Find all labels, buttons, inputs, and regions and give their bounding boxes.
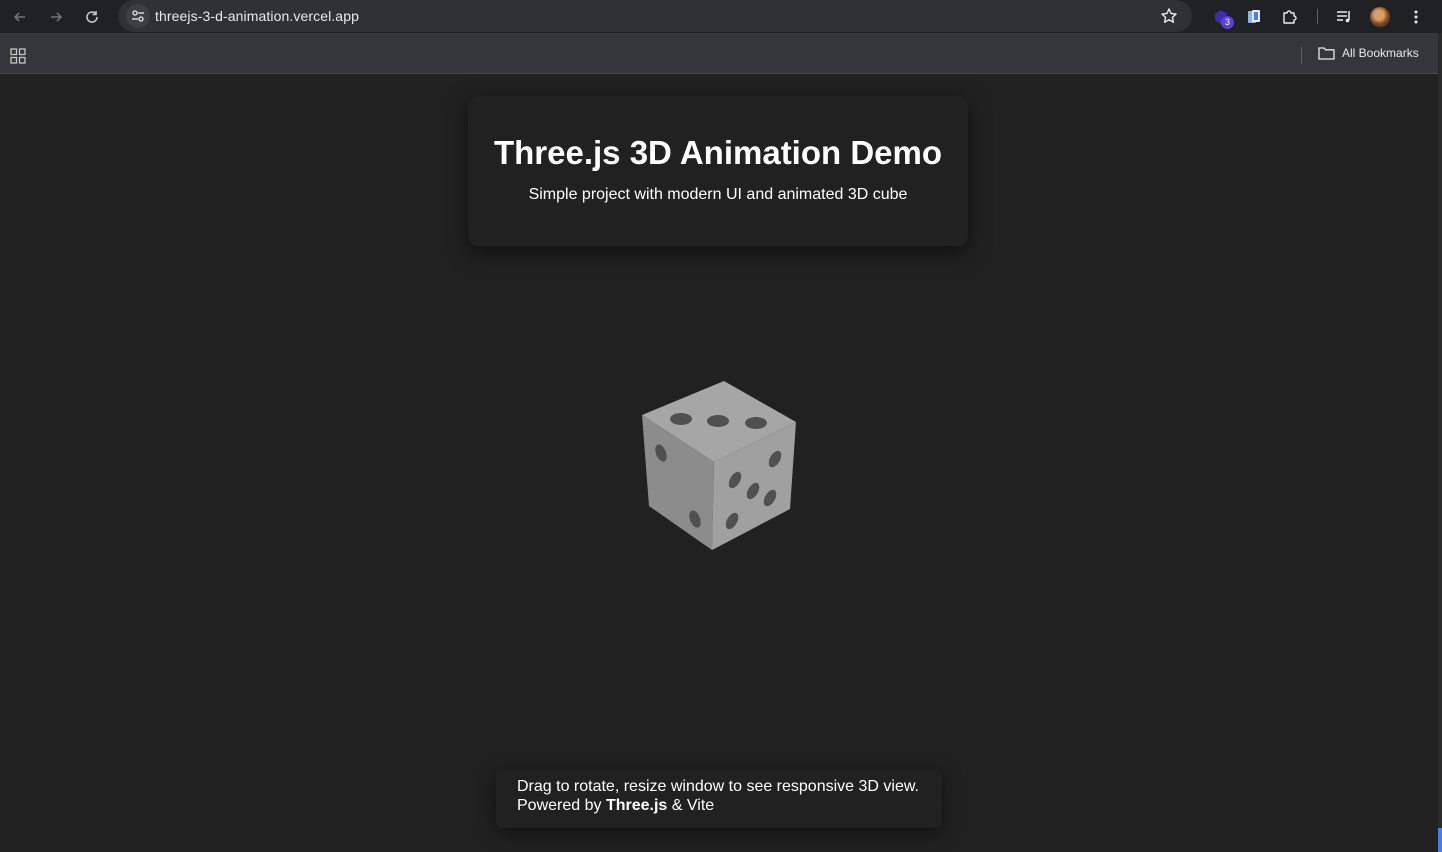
footer-brand: Three.js <box>605 797 668 814</box>
footer-prefix: Powered by <box>517 797 602 814</box>
header-card: Three.js 3D Animation Demo Simple projec… <box>468 96 968 246</box>
browser-toolbar: threejs-3-d-animation.vercel.app 3 <box>0 0 1442 33</box>
reload-button[interactable] <box>79 4 105 30</box>
media-controls-button[interactable] <box>1332 5 1356 29</box>
address-bar[interactable]: threejs-3-d-animation.vercel.app <box>118 0 1192 32</box>
site-info-button[interactable] <box>126 4 150 28</box>
apps-grid-icon[interactable] <box>10 48 26 64</box>
footer-info: Drag to rotate, resize window to see res… <box>496 770 942 828</box>
more-vertical-icon <box>1414 10 1418 24</box>
3d-dice-canvas[interactable] <box>630 376 810 560</box>
footer-credits: Powered by Three.js & Vite <box>517 797 714 815</box>
folder-icon <box>1318 47 1335 60</box>
arrow-left-icon <box>13 12 25 22</box>
window-edge-accent <box>1438 828 1442 852</box>
window-edge <box>1438 33 1442 852</box>
bookmark-star-icon[interactable] <box>1160 7 1178 25</box>
all-bookmarks-label: All Bookmarks <box>1342 46 1419 60</box>
browser-menu-button[interactable] <box>1404 5 1428 29</box>
bookmarks-divider <box>1301 47 1302 64</box>
avatar <box>1370 7 1390 27</box>
extension-button[interactable] <box>1242 5 1266 29</box>
bookmarks-bar: All Bookmarks <box>0 33 1438 74</box>
extensions-menu-button[interactable] <box>1278 5 1302 29</box>
playlist-music-icon <box>1337 11 1350 23</box>
reload-icon <box>86 11 98 23</box>
profile-button[interactable] <box>1368 5 1392 29</box>
all-bookmarks-button[interactable]: All Bookmarks <box>1318 46 1419 60</box>
footer-suffix: & Vite <box>671 797 715 814</box>
toolbar-divider <box>1317 9 1318 24</box>
page-viewport: Three.js 3D Animation Demo Simple projec… <box>0 74 1438 852</box>
page-subtitle: Simple project with modern UI and animat… <box>528 186 908 203</box>
dice-pip <box>670 413 692 425</box>
dice-pip <box>707 415 729 427</box>
footer-instructions: Drag to rotate, resize window to see res… <box>517 778 919 795</box>
forward-button[interactable] <box>43 4 69 30</box>
extension-button[interactable]: 3 <box>1209 5 1234 29</box>
back-button[interactable] <box>7 4 33 30</box>
page-title: Three.js 3D Animation Demo <box>493 134 943 171</box>
extension-badge: 3 <box>1221 16 1234 29</box>
dice-pip <box>745 417 767 429</box>
arrow-right-icon <box>51 12 63 22</box>
tune-icon <box>132 10 144 22</box>
url-text[interactable]: threejs-3-d-animation.vercel.app <box>155 8 359 24</box>
puzzle-icon <box>1283 10 1297 24</box>
document-extension-icon <box>1248 10 1260 23</box>
